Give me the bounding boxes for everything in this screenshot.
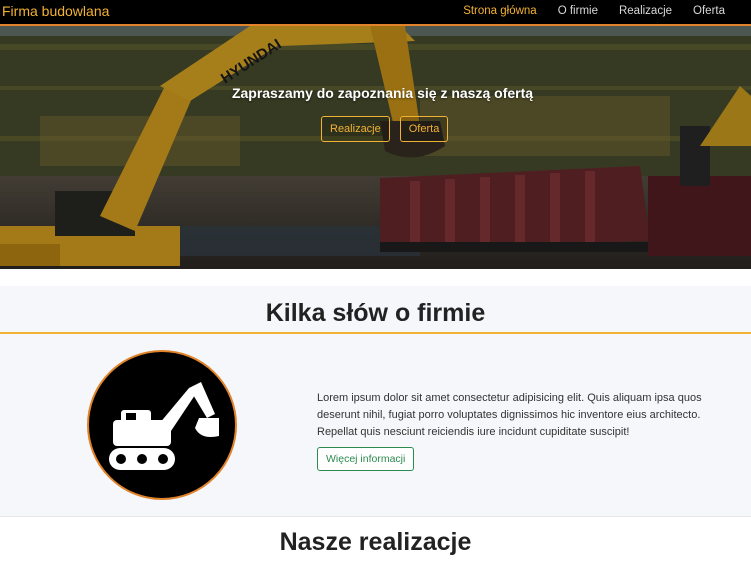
hero-background-image: HYUNDAI bbox=[0, 26, 751, 269]
hero-title: Zapraszamy do zapoznania się z naszą ofe… bbox=[231, 85, 534, 101]
about-heading: Kilka słów o firmie bbox=[265, 299, 486, 327]
nav-item-offer[interactable]: Oferta bbox=[693, 2, 725, 20]
nav-item-about[interactable]: O firmie bbox=[558, 2, 598, 20]
nav-menu: Strona główna O firmie Realizacje Oferta bbox=[442, 2, 725, 20]
about-heading-bar: Kilka słów o firmie bbox=[0, 286, 751, 334]
navbar: Firma budowlana Strona główna O firmie R… bbox=[0, 0, 751, 26]
more-info-button[interactable]: Więcej informacji bbox=[317, 447, 415, 471]
nav-item-realizations[interactable]: Realizacje bbox=[619, 2, 672, 20]
excavator-icon bbox=[87, 350, 237, 500]
nav-item-home[interactable]: Strona główna bbox=[463, 2, 537, 20]
hero-buttons: Realizacje Oferta bbox=[321, 116, 449, 142]
realizations-button[interactable]: Realizacje bbox=[321, 116, 390, 142]
about-section: Lorem ipsum dolor sit amet consectetur a… bbox=[0, 334, 751, 517]
realizations-heading: Nasze realizacje bbox=[279, 528, 472, 556]
about-text: Lorem ipsum dolor sit amet consectetur a… bbox=[317, 392, 702, 438]
hero-section: HYUNDAI Zapraszamy do zapoznania się z n… bbox=[0, 26, 751, 269]
brand-link[interactable]: Firma budowlana bbox=[2, 2, 109, 20]
offer-button[interactable]: Oferta bbox=[399, 116, 449, 142]
